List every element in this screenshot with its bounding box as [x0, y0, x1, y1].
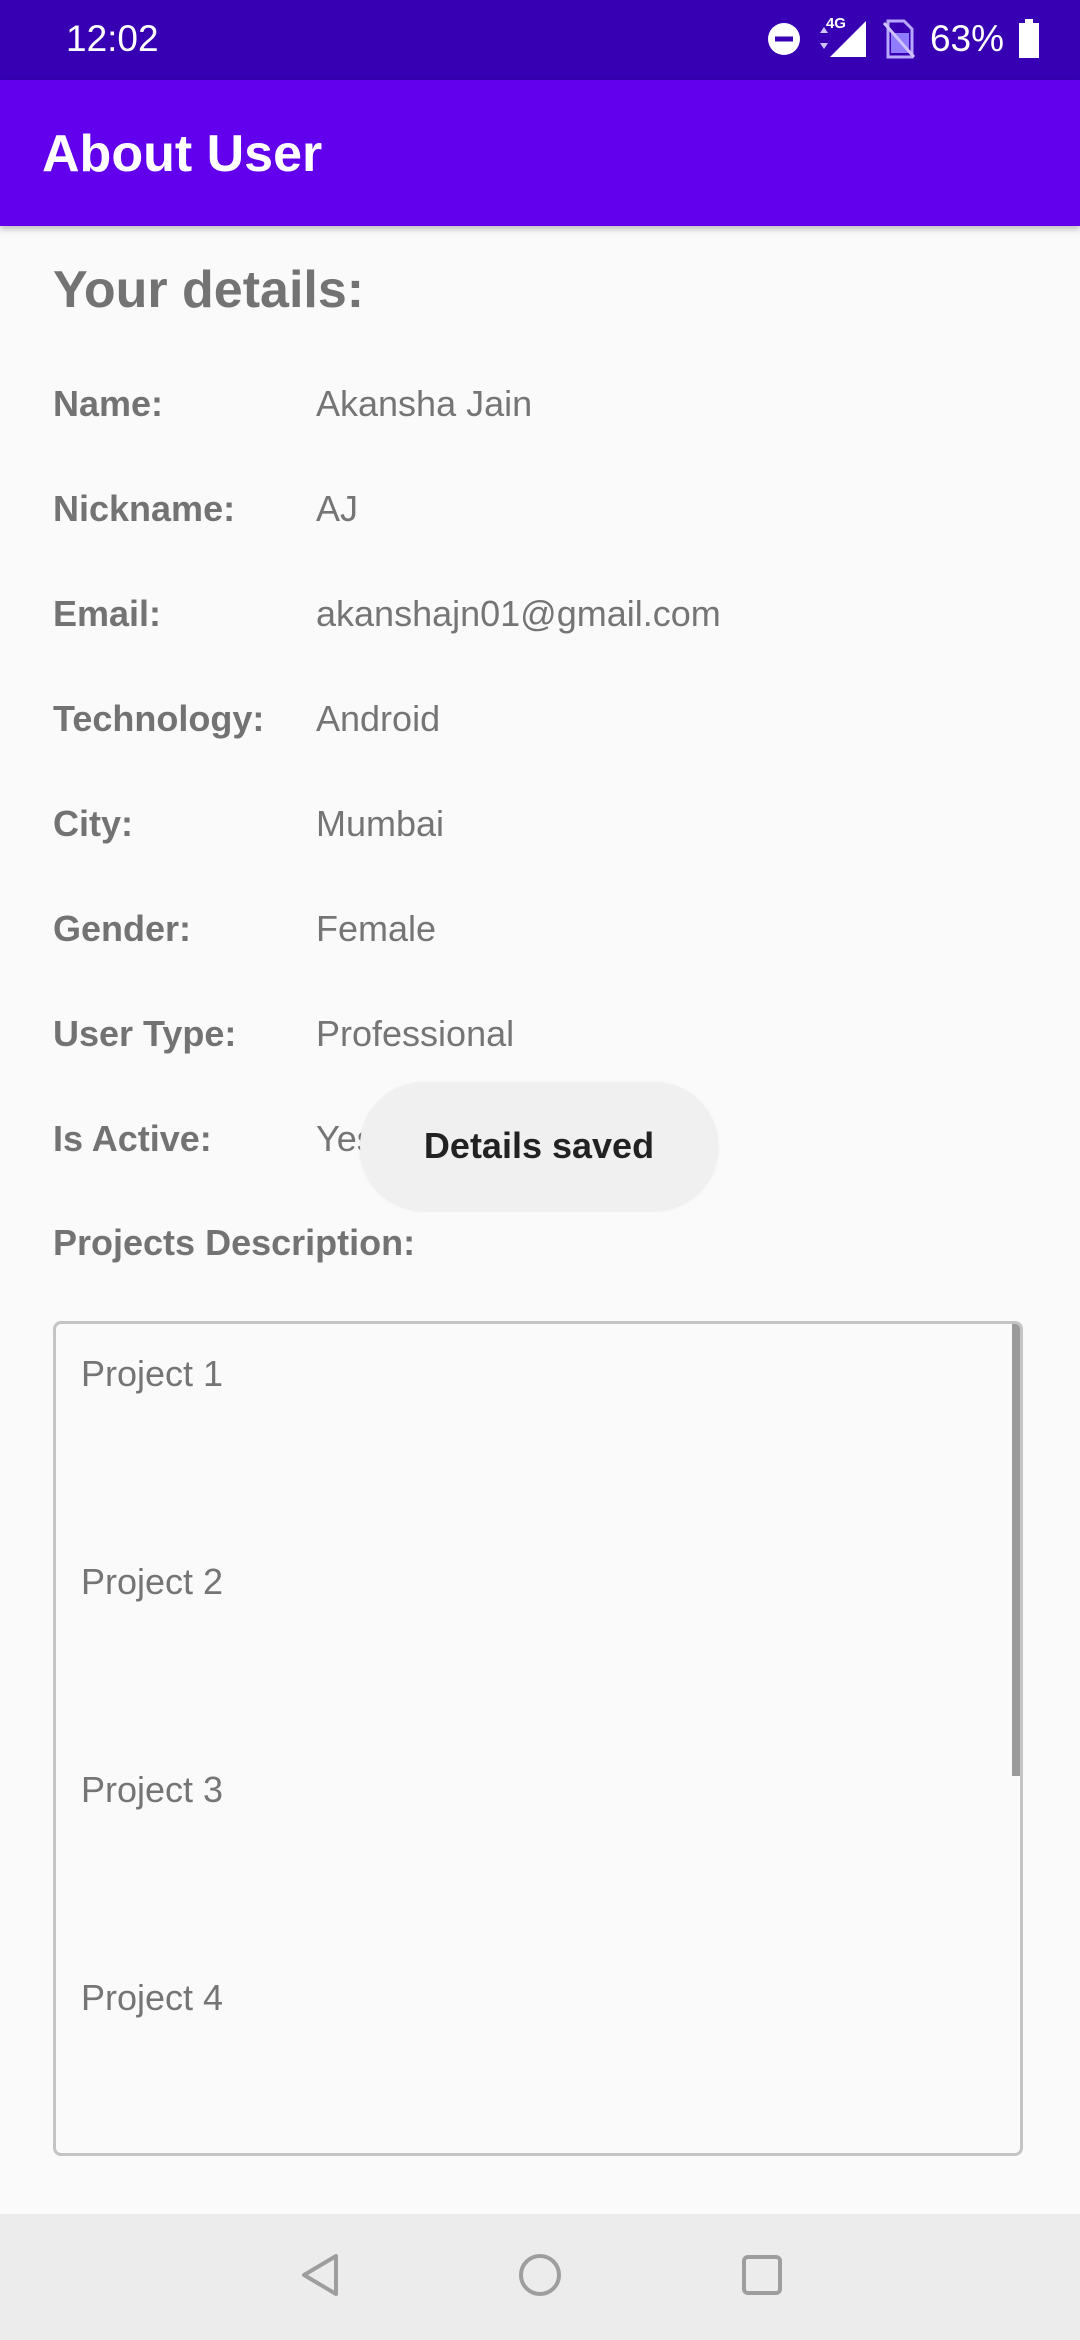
- do-not-disturb-icon: [766, 21, 802, 57]
- projects-label: Projects Description:: [53, 1222, 416, 1263]
- battery-icon: [1018, 19, 1040, 59]
- detail-label: User Type:: [53, 1013, 237, 1054]
- detail-value: akanshajn01@gmail.com: [316, 593, 721, 634]
- recents-button[interactable]: [732, 2247, 792, 2307]
- detail-value: Female: [316, 908, 437, 949]
- detail-label: City:: [53, 803, 133, 844]
- projects-scrollbar[interactable]: [1012, 1324, 1020, 1776]
- battery-percent: 63%: [929, 18, 1004, 59]
- no-sim-icon: [882, 19, 916, 59]
- detail-label: Name:: [53, 383, 164, 424]
- detail-row-gender: Gender: Female: [53, 899, 1033, 959]
- detail-label: Nickname:: [53, 488, 236, 529]
- detail-value: AJ: [316, 488, 359, 529]
- toast: Details saved: [360, 1082, 718, 1210]
- detail-row-nickname: Nickname: AJ: [53, 479, 1033, 539]
- detail-label: Is Active:: [53, 1118, 212, 1159]
- detail-label: Gender:: [53, 908, 192, 949]
- details-title: Your details:: [53, 261, 365, 319]
- project-item: Project 4: [81, 1977, 224, 2018]
- status-icons: 4G 63%: [766, 15, 1040, 62]
- detail-row-email: Email: akanshajn01@gmail.com: [53, 584, 1033, 644]
- toast-message: Details saved: [423, 1125, 655, 1166]
- recents-icon: [740, 2253, 784, 2302]
- app-title: About User: [42, 125, 323, 183]
- detail-label: Email:: [53, 593, 162, 634]
- detail-value: Android: [316, 698, 441, 739]
- detail-value: Mumbai: [316, 803, 445, 844]
- signal-icon: 4G: [816, 15, 868, 59]
- detail-row-technology: Technology: Android: [53, 689, 1033, 749]
- navigation-bar: [0, 2214, 1080, 2340]
- back-button[interactable]: [290, 2247, 350, 2307]
- projects-description-box[interactable]: Project 1 Project 2 Project 3 Project 4: [53, 1321, 1023, 2156]
- home-icon: [517, 2252, 563, 2303]
- project-item: Project 3: [81, 1769, 224, 1810]
- detail-row-name: Name: Akansha Jain: [53, 374, 1033, 434]
- detail-label: Technology:: [53, 698, 265, 739]
- detail-row-user-type: User Type: Professional: [53, 1004, 1033, 1064]
- project-item: Project 1: [81, 1353, 224, 1394]
- app-bar: About User: [0, 80, 1080, 226]
- detail-row-city: City: Mumbai: [53, 794, 1033, 854]
- status-bar: 12:02 4G 63%: [0, 0, 1080, 80]
- project-item: Project 2: [81, 1561, 224, 1602]
- home-button[interactable]: [510, 2247, 570, 2307]
- back-icon: [298, 2252, 342, 2303]
- screen: 12:02 4G 63% About User Your details: Na…: [0, 0, 1080, 2340]
- network-type: 4G: [825, 15, 846, 32]
- status-time: 12:02: [66, 18, 159, 59]
- detail-value: Professional: [316, 1013, 515, 1054]
- detail-value: Akansha Jain: [316, 383, 533, 424]
